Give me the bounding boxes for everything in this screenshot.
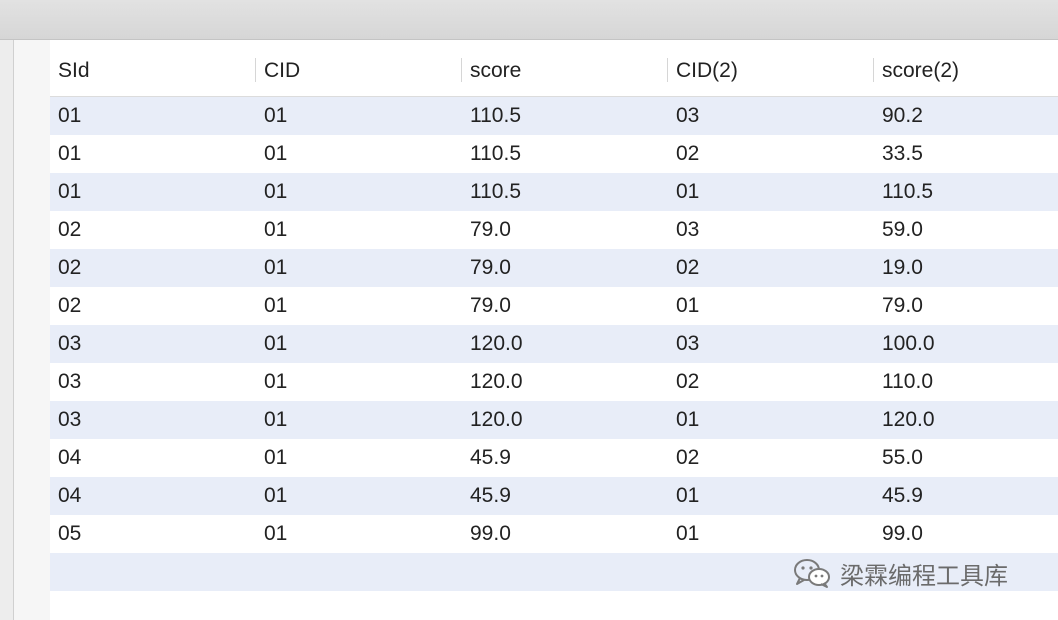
column-header-cid[interactable]: CID — [256, 40, 462, 97]
cell-sid[interactable]: 05 — [50, 515, 256, 553]
table-row[interactable]: 03 01 120.0 01 120.0 — [50, 401, 1058, 439]
column-header-score[interactable]: score — [462, 40, 668, 97]
cell-cid[interactable]: 01 — [256, 515, 462, 553]
cell-sid[interactable]: 02 — [50, 249, 256, 287]
cell-cid[interactable]: 01 — [256, 325, 462, 363]
cell-cid[interactable]: 01 — [256, 135, 462, 173]
cell-cid-2[interactable]: 02 — [668, 439, 874, 477]
cell-score-2[interactable]: 90.2 — [874, 97, 1058, 135]
cell-sid[interactable]: 01 — [50, 97, 256, 135]
cell-score-2[interactable]: 55.0 — [874, 439, 1058, 477]
cell-cid-2[interactable]: 02 — [668, 249, 874, 287]
cell-sid[interactable]: 02 — [50, 287, 256, 325]
column-header-label: CID — [264, 59, 301, 82]
cell-score-2[interactable]: 19.0 — [874, 249, 1058, 287]
cell-cid-2[interactable]: 01 — [668, 173, 874, 211]
cell-cid-2[interactable]: 03 — [668, 97, 874, 135]
table-row[interactable]: 04 01 45.9 01 45.9 — [50, 477, 1058, 515]
cell-score-2[interactable]: 110.5 — [874, 173, 1058, 211]
cell-score[interactable]: 120.0 — [462, 363, 668, 401]
cell-score[interactable]: 79.0 — [462, 211, 668, 249]
cell-cid[interactable]: 01 — [256, 477, 462, 515]
table-row[interactable]: 03 01 120.0 03 100.0 — [50, 325, 1058, 363]
table-row[interactable]: 03 01 120.0 02 110.0 — [50, 363, 1058, 401]
column-header-sid[interactable]: SId — [50, 40, 256, 97]
cell-score[interactable]: 110.5 — [462, 173, 668, 211]
wechat-icon — [792, 557, 832, 589]
cell-cid[interactable]: 01 — [256, 401, 462, 439]
cell-sid[interactable]: 04 — [50, 439, 256, 477]
cell-cid[interactable]: 01 — [256, 211, 462, 249]
column-header-label: score(2) — [882, 59, 960, 82]
cell-score[interactable]: 45.9 — [462, 439, 668, 477]
column-header-cid-2[interactable]: CID(2) — [668, 40, 874, 97]
cell-cid-2[interactable]: 03 — [668, 211, 874, 249]
result-grid: SId CID score CID(2) score(2) 01 01 110.… — [50, 40, 1058, 620]
cell-score[interactable]: 45.9 — [462, 477, 668, 515]
cell-cid-2[interactable]: 01 — [668, 515, 874, 553]
cell-cid-2[interactable]: 01 — [668, 401, 874, 439]
cell-cid-2[interactable]: 02 — [668, 363, 874, 401]
cell-score[interactable]: 99.0 — [462, 515, 668, 553]
column-header-label: score — [470, 59, 522, 82]
cell-score-2[interactable]: 45.9 — [874, 477, 1058, 515]
table-row[interactable]: 02 01 79.0 03 59.0 — [50, 211, 1058, 249]
grid-header: SId CID score CID(2) score(2) — [50, 40, 1058, 97]
cell-score-2[interactable]: 120.0 — [874, 401, 1058, 439]
cell-cid[interactable]: 01 — [256, 173, 462, 211]
row-gutter — [14, 40, 50, 620]
query-result-window: SId CID score CID(2) score(2) 01 01 110.… — [0, 0, 1058, 620]
cell-cid-2[interactable]: 01 — [668, 287, 874, 325]
cell-sid[interactable]: 01 — [50, 173, 256, 211]
cell-cid[interactable]: 01 — [256, 97, 462, 135]
table-row[interactable]: 05 01 99.0 01 99.0 — [50, 515, 1058, 553]
table-row[interactable]: 02 01 79.0 01 79.0 — [50, 287, 1058, 325]
cell-score-2[interactable]: 100.0 — [874, 325, 1058, 363]
cell-sid[interactable]: 03 — [50, 325, 256, 363]
cell-score[interactable]: 120.0 — [462, 325, 668, 363]
cell-sid[interactable]: 04 — [50, 477, 256, 515]
table-row[interactable]: 01 01 110.5 03 90.2 — [50, 97, 1058, 135]
table-row[interactable]: 01 01 110.5 02 33.5 — [50, 135, 1058, 173]
cell-score-2[interactable]: 59.0 — [874, 211, 1058, 249]
watermark: 梁霖编程工具库 — [792, 553, 1008, 593]
table-row[interactable]: 04 01 45.9 02 55.0 — [50, 439, 1058, 477]
column-header-label: CID(2) — [676, 59, 738, 82]
cell-score-2[interactable]: 99.0 — [874, 515, 1058, 553]
row-gutter-cell[interactable] — [14, 97, 50, 135]
cell-cid-2[interactable]: 01 — [668, 477, 874, 515]
column-header-label: SId — [58, 59, 90, 82]
cell-score[interactable]: 79.0 — [462, 287, 668, 325]
cell-cid-2[interactable]: 02 — [668, 135, 874, 173]
cell-sid[interactable]: 01 — [50, 135, 256, 173]
cell-cid[interactable]: 01 — [256, 249, 462, 287]
cell-score[interactable]: 110.5 — [462, 97, 668, 135]
cell-sid[interactable]: 03 — [50, 363, 256, 401]
cell-cid[interactable]: 01 — [256, 363, 462, 401]
cell-score-2[interactable]: 79.0 — [874, 287, 1058, 325]
toolbar — [0, 0, 1058, 40]
cell-cid[interactable]: 01 — [256, 287, 462, 325]
cell-score-2[interactable]: 110.0 — [874, 363, 1058, 401]
table-row[interactable]: 01 01 110.5 01 110.5 — [50, 173, 1058, 211]
cell-sid[interactable]: 02 — [50, 211, 256, 249]
cell-score-2[interactable]: 33.5 — [874, 135, 1058, 173]
cell-score[interactable]: 110.5 — [462, 135, 668, 173]
cell-sid[interactable]: 03 — [50, 401, 256, 439]
cell-cid-2[interactable]: 03 — [668, 325, 874, 363]
left-sidebar — [0, 40, 14, 620]
cell-score[interactable]: 79.0 — [462, 249, 668, 287]
column-header-score-2[interactable]: score(2) — [874, 40, 1058, 97]
table-row[interactable]: 02 01 79.0 02 19.0 — [50, 249, 1058, 287]
cell-cid[interactable]: 01 — [256, 439, 462, 477]
cell-score[interactable]: 120.0 — [462, 401, 668, 439]
watermark-text: 梁霖编程工具库 — [840, 562, 1008, 590]
